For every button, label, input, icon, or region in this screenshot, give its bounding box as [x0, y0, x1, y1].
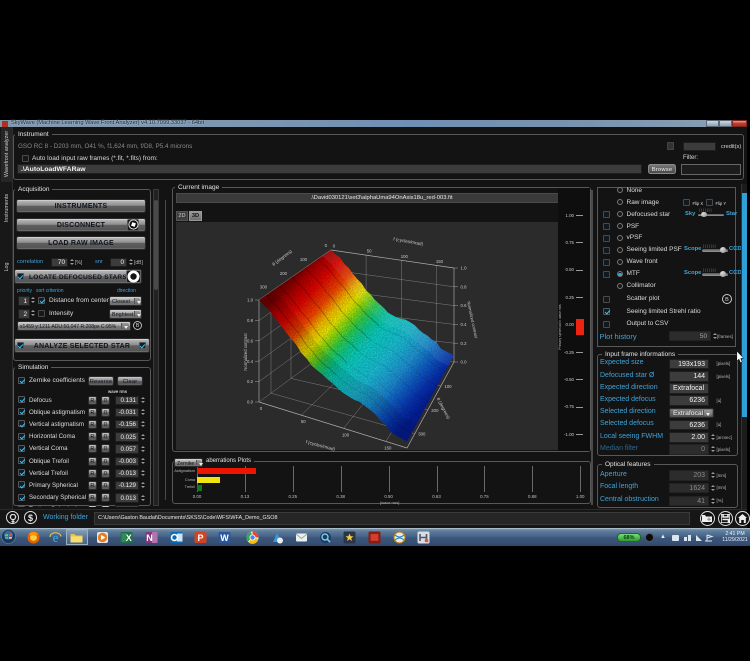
svg-text:200: 200	[431, 408, 439, 413]
svg-text:θ (degrees): θ (degrees)	[271, 248, 293, 266]
svg-text:0.6: 0.6	[247, 338, 254, 343]
svg-text:N: N	[146, 533, 153, 543]
svg-text:150: 150	[384, 445, 392, 450]
svg-text:P: P	[197, 533, 203, 543]
svg-text:1.0: 1.0	[247, 298, 254, 303]
svg-text:X: X	[126, 533, 132, 543]
svg-text:50: 50	[367, 249, 372, 254]
svg-text:0.2: 0.2	[461, 341, 468, 346]
svg-text:1.0: 1.0	[461, 266, 468, 271]
svg-text:100: 100	[444, 384, 452, 389]
svg-text:0: 0	[333, 244, 336, 249]
svg-text:300: 300	[418, 432, 426, 437]
svg-text:100: 100	[401, 254, 409, 259]
svg-text:0.6: 0.6	[461, 303, 468, 308]
svg-text:Normalized contrast: Normalized contrast	[243, 333, 248, 371]
svg-text:0.4: 0.4	[247, 359, 254, 364]
svg-text:Normalized contrast: Normalized contrast	[466, 301, 479, 339]
svg-text:100: 100	[300, 257, 308, 262]
svg-text:f (cycles/mrad): f (cycles/mrad)	[305, 439, 336, 452]
svg-text:W: W	[220, 533, 229, 543]
svg-text:0.0: 0.0	[461, 360, 468, 365]
svg-text:300: 300	[260, 285, 268, 290]
svg-text:0.8: 0.8	[247, 318, 254, 323]
svg-text:0.2: 0.2	[247, 379, 254, 384]
svg-text:0.0: 0.0	[247, 400, 254, 405]
svg-text:0: 0	[325, 243, 328, 248]
svg-text:50: 50	[301, 419, 306, 424]
svg-text:0: 0	[260, 406, 263, 411]
svg-text:f (cycles/mrad): f (cycles/mrad)	[393, 236, 424, 246]
svg-text:100: 100	[342, 432, 350, 437]
svg-text:0.8: 0.8	[461, 284, 468, 289]
svg-text:150: 150	[436, 259, 444, 264]
svg-text:0.4: 0.4	[461, 322, 468, 327]
svg-text:200: 200	[280, 271, 288, 276]
